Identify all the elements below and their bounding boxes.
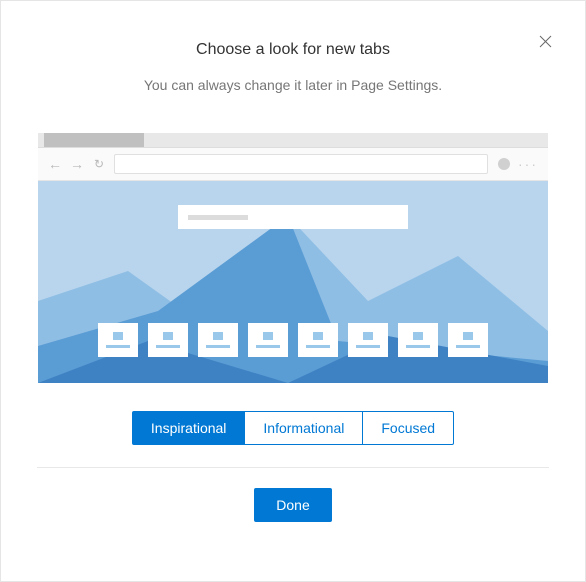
preview-tile bbox=[448, 323, 488, 357]
back-arrow-icon: ← bbox=[48, 156, 62, 172]
forward-arrow-icon: → bbox=[70, 156, 84, 172]
preview-browser-chrome: ← → ↻ ··· bbox=[38, 133, 548, 181]
divider bbox=[37, 467, 549, 468]
action-row: Done bbox=[1, 488, 585, 522]
refresh-icon: ↻ bbox=[94, 157, 104, 171]
preview-tile bbox=[348, 323, 388, 357]
preview-tile bbox=[248, 323, 288, 357]
preview-tile bbox=[298, 323, 338, 357]
dialog-title: Choose a look for new tabs bbox=[1, 41, 585, 59]
preview-tiles bbox=[98, 323, 488, 357]
preview-tile bbox=[148, 323, 188, 357]
preview-tile bbox=[398, 323, 438, 357]
preview-url-bar bbox=[114, 154, 488, 174]
preview-tile bbox=[198, 323, 238, 357]
theme-options: Inspirational Informational Focused bbox=[1, 411, 585, 445]
close-button[interactable] bbox=[533, 29, 557, 53]
dialog-header: Choose a look for new tabs You can alway… bbox=[1, 1, 585, 93]
preview-toolbar: ← → ↻ ··· bbox=[38, 147, 548, 181]
option-inspirational[interactable]: Inspirational bbox=[132, 411, 246, 445]
preview-content bbox=[38, 181, 548, 383]
done-button[interactable]: Done bbox=[254, 488, 331, 522]
preview-search-box bbox=[178, 205, 408, 229]
more-dots-icon: ··· bbox=[518, 156, 538, 172]
profile-circle-icon bbox=[498, 158, 510, 170]
preview-search-placeholder bbox=[188, 215, 248, 220]
preview-nav-arrows: ← → bbox=[48, 156, 84, 172]
dialog-subtitle: You can always change it later in Page S… bbox=[1, 77, 585, 93]
preview-tile bbox=[98, 323, 138, 357]
theme-preview: ← → ↻ ··· bbox=[38, 133, 548, 383]
preview-toolbar-right: ··· bbox=[498, 156, 538, 172]
close-icon bbox=[539, 35, 552, 48]
preview-tab-strip bbox=[38, 133, 548, 147]
preview-tab bbox=[44, 133, 144, 147]
option-focused[interactable]: Focused bbox=[363, 411, 454, 445]
option-informational[interactable]: Informational bbox=[245, 411, 363, 445]
